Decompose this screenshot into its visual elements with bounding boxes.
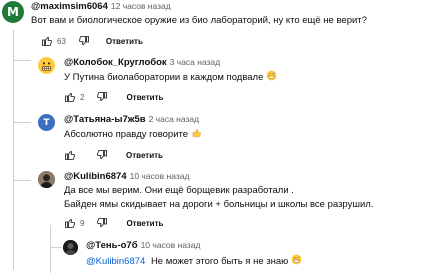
like-icon[interactable] (64, 149, 76, 161)
comment-time[interactable]: 3 часа назад (170, 57, 221, 67)
author-name[interactable]: @maximsim6064 (31, 1, 108, 12)
grinning-face-sweat-icon (266, 70, 277, 81)
comment-header: @Колобок_Круглобок 3 часа назад (64, 57, 220, 68)
thread-connector (50, 247, 62, 248)
grimace-emoji-icon (38, 57, 55, 74)
thread-connector (13, 180, 31, 181)
comment-text-body: У Путина биолаборатории в каждом подвале (64, 72, 264, 83)
thread-connector (13, 122, 31, 123)
reply-button[interactable]: Ответить (126, 151, 163, 160)
author-name[interactable]: @Колобок_Круглобок (64, 57, 167, 68)
like-count: 63 (57, 36, 66, 46)
like-icon[interactable] (41, 35, 53, 47)
comment-text: @Kulibin6874 Не может этого быть я не зн… (86, 254, 302, 269)
comment-time[interactable]: 10 часов назад (141, 240, 201, 250)
reply-button[interactable]: Ответить (126, 93, 163, 102)
comment-time[interactable]: 12 часов назад (111, 1, 171, 11)
dislike-icon[interactable] (96, 149, 108, 161)
dislike-icon[interactable] (96, 91, 108, 103)
comment-actions: 63 Ответить (41, 34, 143, 48)
author-name[interactable]: @Kulibin6874 (64, 171, 127, 182)
author-name[interactable]: @Тень-о7б (86, 240, 138, 251)
avatar[interactable] (38, 57, 55, 74)
comment-text-line: Да все мы верим. Они ещё борщевик разраб… (64, 185, 294, 196)
dislike-icon[interactable] (78, 35, 90, 47)
grinning-face-sweat-icon (291, 254, 302, 265)
comment-header: @Татьяна-ы7ж5в 2 часа назад (64, 114, 199, 125)
thread-line (13, 30, 14, 270)
reply-button[interactable]: Ответить (126, 219, 163, 228)
like-count: 2 (80, 92, 85, 102)
thread-connector (13, 60, 31, 61)
comment-time[interactable]: 2 часа назад (149, 114, 200, 124)
avatar[interactable] (63, 240, 78, 255)
thread-line (50, 225, 51, 273)
user-photo-icon (63, 240, 78, 255)
comment-header: @Kulibin6874 10 часов назад (64, 171, 189, 182)
avatar[interactable]: T (38, 114, 55, 131)
comment-text: Вот вам и биологическое оружие из био ла… (31, 15, 367, 26)
comment-header: @maximsim6064 12 часов назад (31, 1, 171, 12)
like-icon[interactable] (64, 217, 76, 229)
comment-header: @Тень-о7б 10 часов назад (86, 240, 200, 251)
user-photo-icon (38, 171, 55, 188)
like-count: 9 (80, 218, 85, 228)
mention-link[interactable]: @Kulibin6874 (86, 256, 145, 267)
like-icon[interactable] (64, 91, 76, 103)
thumbs-up-icon (192, 129, 201, 138)
comment-text: У Путина биолаборатории в каждом подвале (64, 70, 277, 85)
comment-actions: 2 Ответить (64, 90, 163, 104)
comment-actions: Ответить (64, 148, 163, 162)
author-name[interactable]: @Татьяна-ы7ж5в (64, 114, 146, 125)
avatar-letter: T (43, 117, 50, 128)
comment-text-body: Не может этого быть я не знаю (150, 256, 289, 267)
avatar-letter: M (7, 5, 19, 19)
comment-time[interactable]: 10 часов назад (130, 171, 190, 181)
comment-text: Абсолютно правду говорите (64, 127, 202, 142)
avatar[interactable] (38, 171, 55, 188)
comment-actions: 9 Ответить (64, 216, 163, 230)
dislike-icon[interactable] (96, 217, 108, 229)
reply-button[interactable]: Ответить (106, 37, 143, 46)
comment-text-line: Байден ямы скидывает на дороги + больниц… (64, 199, 374, 210)
avatar[interactable]: M (2, 1, 24, 23)
comment-text-body: Абсолютно правду говорите (64, 129, 189, 140)
